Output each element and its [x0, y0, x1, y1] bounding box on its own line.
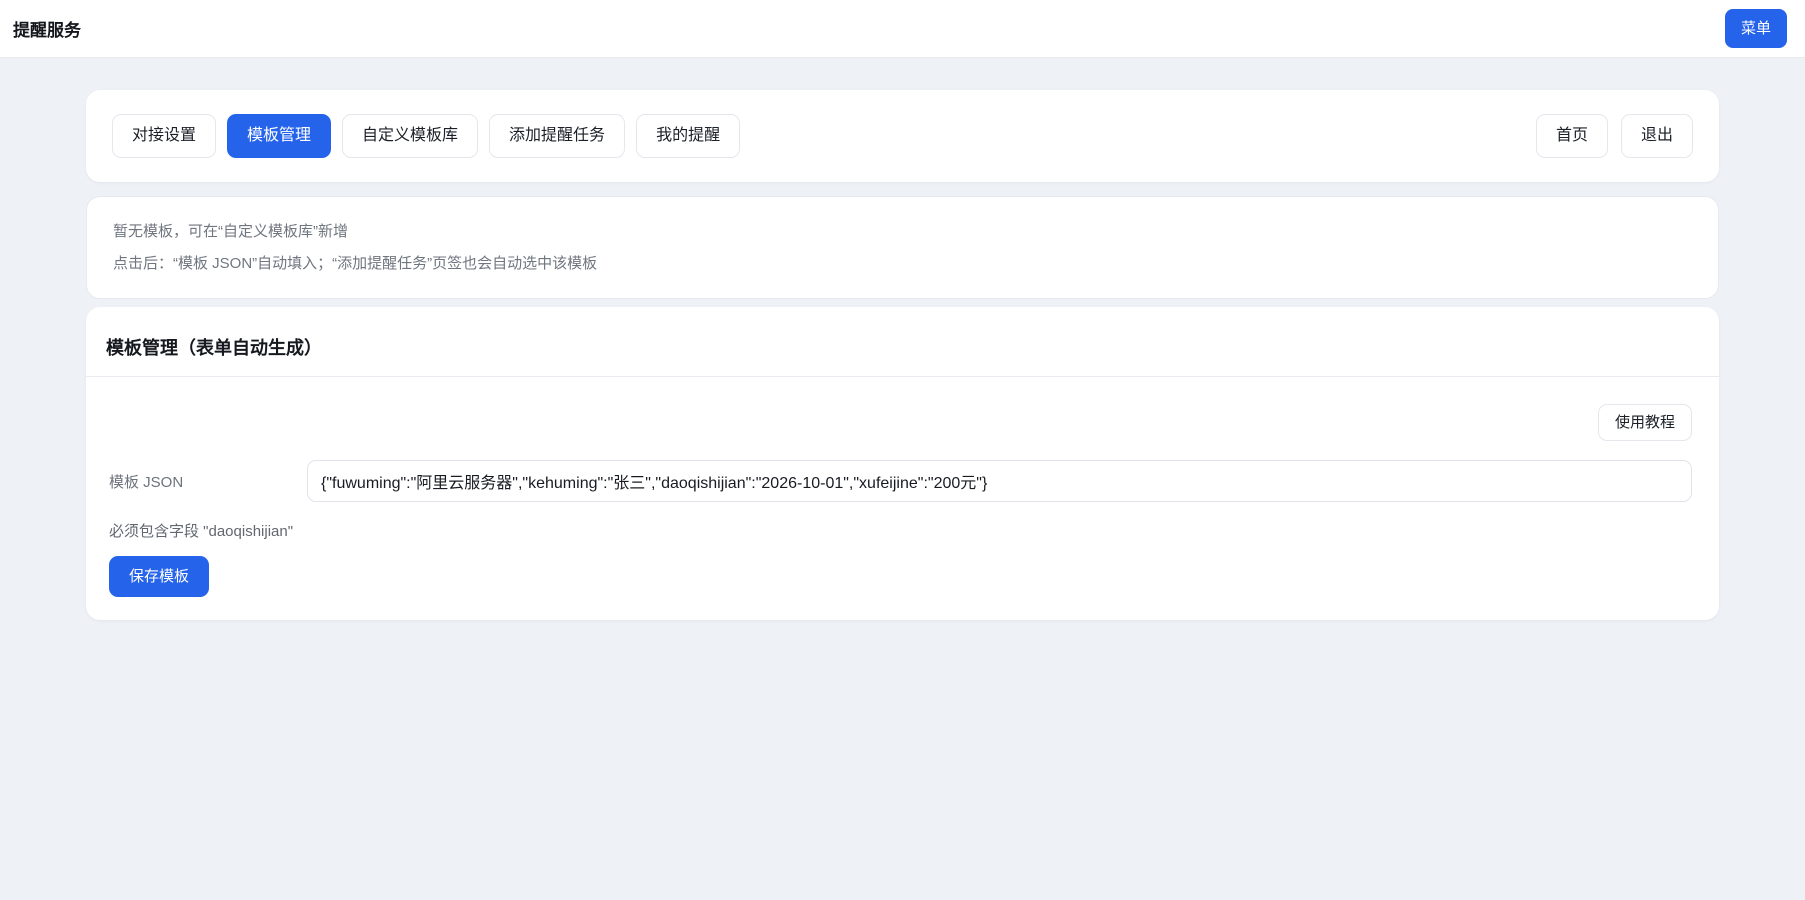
notice-line-1: 暂无模板，可在“自定义模板库”新增	[113, 220, 1692, 241]
nav-tabs-bar: 对接设置 模板管理 自定义模板库 添加提醒任务 我的提醒 首页 退出	[86, 90, 1719, 182]
required-field-hint: 必须包含字段 "daoqishijian"	[109, 520, 1692, 541]
template-form: 使用教程 模板 JSON 必须包含字段 "daoqishijian" 保存模板	[86, 377, 1719, 620]
app-title: 提醒服务	[13, 16, 81, 41]
tab-custom-template-library[interactable]: 自定义模板库	[342, 114, 478, 158]
page-content: 对接设置 模板管理 自定义模板库 添加提醒任务 我的提醒 首页 退出 暂无模板，…	[0, 58, 1805, 620]
tab-add-reminder-task[interactable]: 添加提醒任务	[489, 114, 625, 158]
home-button[interactable]: 首页	[1536, 114, 1608, 158]
tutorial-button[interactable]: 使用教程	[1598, 404, 1692, 441]
template-json-label: 模板 JSON	[109, 471, 307, 492]
section-header: 模板管理（表单自动生成）	[86, 307, 1719, 376]
logout-button[interactable]: 退出	[1621, 114, 1693, 158]
tab-docking-settings[interactable]: 对接设置	[112, 114, 216, 158]
notice-line-2: 点击后：“模板 JSON”自动填入；“添加提醒任务”页签也会自动选中该模板	[113, 252, 1692, 273]
tutorial-row: 使用教程	[109, 404, 1692, 441]
template-json-input[interactable]	[307, 460, 1692, 502]
section-title: 模板管理（表单自动生成）	[106, 334, 1697, 360]
template-json-field-row: 模板 JSON	[109, 460, 1692, 502]
template-notice-box: 暂无模板，可在“自定义模板库”新增 点击后：“模板 JSON”自动填入；“添加提…	[86, 196, 1719, 299]
tab-my-reminders[interactable]: 我的提醒	[636, 114, 740, 158]
template-management-section: 模板管理（表单自动生成） 使用教程 模板 JSON 必须包含字段 "daoqis…	[86, 307, 1719, 620]
tab-template-management[interactable]: 模板管理	[227, 114, 331, 158]
app-header: 提醒服务 菜单	[0, 0, 1805, 58]
nav-right-group: 首页 退出	[1536, 114, 1693, 158]
nav-tabs-group: 对接设置 模板管理 自定义模板库 添加提醒任务 我的提醒	[112, 114, 1536, 158]
menu-button[interactable]: 菜单	[1725, 9, 1787, 48]
save-template-button[interactable]: 保存模板	[109, 556, 209, 597]
